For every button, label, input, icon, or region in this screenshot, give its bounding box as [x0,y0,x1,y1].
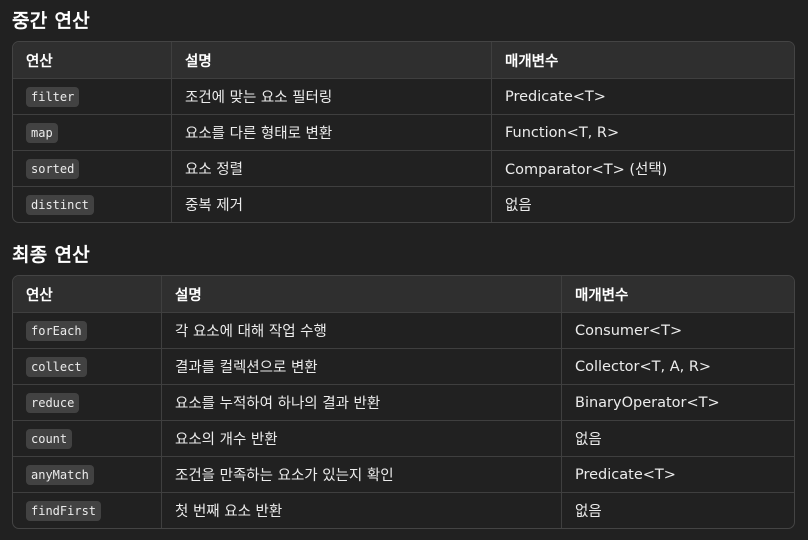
op-code: reduce [26,392,80,413]
desc-cell: 요소 정렬 [171,151,491,186]
op-cell: map [13,115,171,150]
desc-cell: 조건에 맞는 요소 필터링 [171,79,491,114]
section-heading-intermediate: 중간 연산 [12,10,91,32]
op-code: sorted [26,158,80,179]
table-row: filter 조건에 맞는 요소 필터링 Predicate<T> [13,78,794,114]
op-code: anyMatch [26,464,94,485]
intermediate-ops-table: 연산 설명 매개변수 filter 조건에 맞는 요소 필터링 Predicat… [12,41,795,223]
desc-cell: 요소의 개수 반환 [161,421,561,456]
desc-cell: 첫 번째 요소 반환 [161,493,561,528]
op-code: findFirst [26,500,102,521]
column-header-desc: 설명 [171,42,491,78]
param-cell: Comparator<T> (선택) [491,151,794,186]
desc-cell: 각 요소에 대해 작업 수행 [161,313,561,348]
column-header-param: 매개변수 [491,42,794,78]
op-cell: findFirst [13,493,161,528]
desc-cell: 요소를 누적하여 하나의 결과 반환 [161,385,561,420]
param-cell: Function<T, R> [491,115,794,150]
op-code: filter [26,86,80,107]
param-cell: Consumer<T> [561,313,794,348]
desc-cell: 결과를 컬렉션으로 변환 [161,349,561,384]
table-row: sorted 요소 정렬 Comparator<T> (선택) [13,150,794,186]
op-cell: collect [13,349,161,384]
op-code: count [26,428,73,449]
table-row: count 요소의 개수 반환 없음 [13,420,794,456]
table-row: collect 결과를 컬렉션으로 변환 Collector<T, A, R> [13,348,794,384]
param-cell: 없음 [561,421,794,456]
op-cell: sorted [13,151,171,186]
desc-cell: 중복 제거 [171,187,491,222]
table-row: distinct 중복 제거 없음 [13,186,794,222]
param-cell: 없음 [491,187,794,222]
op-cell: filter [13,79,171,114]
table-header-row: 연산 설명 매개변수 [13,276,794,312]
param-cell: 없음 [561,493,794,528]
table-row: map 요소를 다른 형태로 변환 Function<T, R> [13,114,794,150]
op-cell: count [13,421,161,456]
op-code: distinct [26,194,94,215]
section-heading-terminal: 최종 연산 [12,244,91,266]
param-cell: BinaryOperator<T> [561,385,794,420]
page: 중간 연산 연산 설명 매개변수 filter 조건에 맞는 요소 필터링 Pr… [0,0,808,540]
table-row: findFirst 첫 번째 요소 반환 없음 [13,492,794,528]
op-code: forEach [26,320,87,341]
op-code: collect [26,356,87,377]
op-cell: reduce [13,385,161,420]
param-cell: Collector<T, A, R> [561,349,794,384]
table-header-row: 연산 설명 매개변수 [13,42,794,78]
column-header-op: 연산 [26,287,53,304]
column-header-param: 매개변수 [561,276,794,312]
desc-cell: 요소를 다른 형태로 변환 [171,115,491,150]
op-cell: anyMatch [13,457,161,492]
op-cell: distinct [13,187,171,222]
column-header-desc: 설명 [161,276,561,312]
column-header-op: 연산 [26,53,53,70]
terminal-ops-table: 연산 설명 매개변수 forEach 각 요소에 대해 작업 수행 Consum… [12,275,795,529]
op-cell: forEach [13,313,161,348]
table-row: forEach 각 요소에 대해 작업 수행 Consumer<T> [13,312,794,348]
table-row: reduce 요소를 누적하여 하나의 결과 반환 BinaryOperator… [13,384,794,420]
op-code: map [26,122,58,143]
desc-cell: 조건을 만족하는 요소가 있는지 확인 [161,457,561,492]
table-row: anyMatch 조건을 만족하는 요소가 있는지 확인 Predicate<T… [13,456,794,492]
param-cell: Predicate<T> [561,457,794,492]
param-cell: Predicate<T> [491,79,794,114]
